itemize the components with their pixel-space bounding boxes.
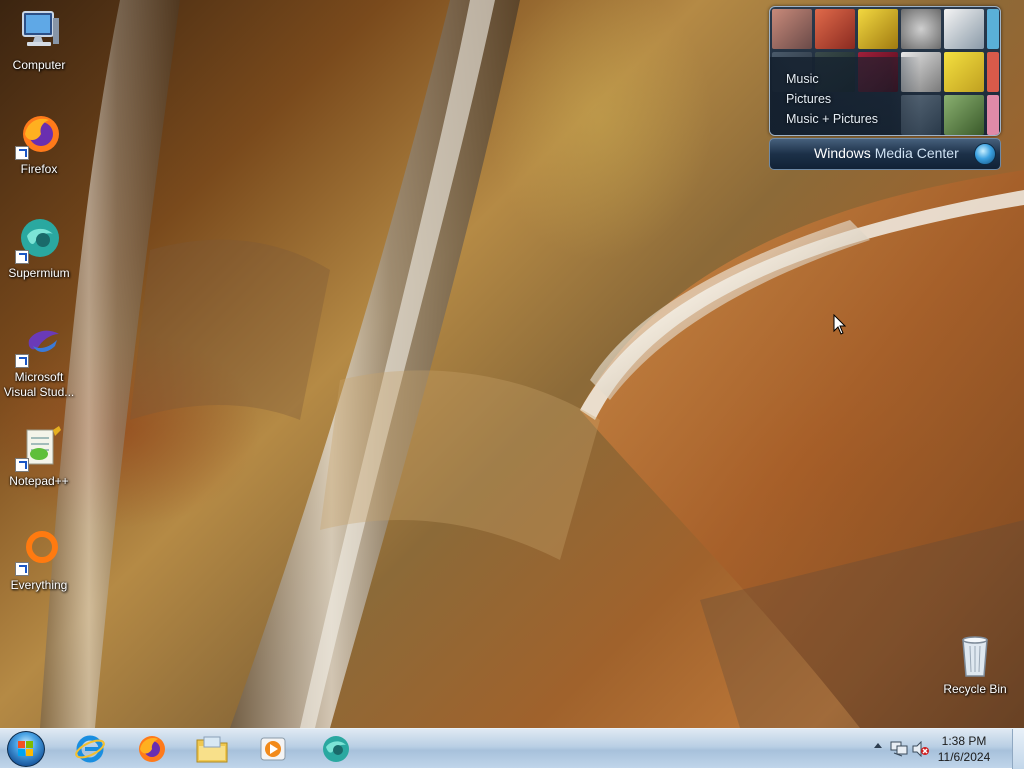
tile-thumbnail [815,9,855,49]
taskbar-supermium[interactable] [310,731,362,767]
windows-flag-icon [18,741,34,757]
shortcut-arrow-icon [15,146,29,160]
media-center-title: Windows Media Center [814,145,959,161]
media-player-icon [260,737,286,761]
start-button[interactable] [7,731,45,767]
supermium-icon [15,216,63,264]
menu-item-pictures[interactable]: Pictures [786,89,878,109]
system-tray: 1:38 PM 11/6/2024 [864,729,1024,769]
shortcut-arrow-icon [15,562,29,576]
desktop-icon-supermium[interactable]: Supermium [0,216,78,281]
taskbar-internet-explorer[interactable] [64,731,116,767]
taskbar-media-player[interactable] [247,731,299,767]
clock-date: 11/6/2024 [937,750,991,764]
recycle-bin-icon [951,632,999,680]
taskbar-file-explorer[interactable] [186,731,238,767]
desktop-icon-label: Computer [12,58,66,72]
show-hidden-icons-chevron-icon[interactable] [874,743,882,748]
menu-item-music-pictures[interactable]: Music + Pictures [786,109,878,129]
desktop-icon-label: Everything [10,578,68,592]
tile-thumbnail [944,95,984,135]
tile-thumbnail [901,9,941,49]
system-clock[interactable]: 1:38 PM 11/6/2024 [934,733,994,765]
desktop-icon-label: Recycle Bin [943,682,1007,696]
desktop-icon-firefox[interactable]: Firefox [0,112,78,177]
menu-item-music[interactable]: Music [786,69,878,89]
desktop-icon-label: Supermium [8,266,70,280]
firefox-icon [15,112,63,160]
media-center-gadget[interactable]: Music Pictures Music + Pictures Windows … [769,6,1001,170]
desktop-icon-recycle-bin[interactable]: Recycle Bin [936,632,1014,697]
desktop-icon-label: Notepad++ [9,474,69,488]
desktop-icon-label: Firefox [20,162,58,176]
supermium-icon [323,736,349,762]
desktop-background[interactable]: Computer Firefox Supermium Microsoft Vis… [0,0,1024,728]
tile-thumbnail [944,52,984,92]
gadget-menu: Music Pictures Music + Pictures [786,69,878,129]
visual-studio-icon [15,320,63,368]
mouse-cursor-icon [833,314,847,335]
desktop-icon-visual-studio[interactable]: Microsoft Visual Stud... [0,320,78,400]
notepad-plus-plus-icon [15,424,63,472]
shortcut-arrow-icon [15,354,29,368]
tile-thumbnail [987,9,999,49]
tile-thumbnail [772,9,812,49]
firefox-icon [139,736,165,762]
computer-icon [15,8,63,56]
desktop-icon-everything[interactable]: Everything [0,528,78,593]
show-desktop-button[interactable] [1012,729,1024,769]
desktop-icon-label: Microsoft Visual Stud... [3,370,75,399]
taskbar: 1:38 PM 11/6/2024 [0,728,1024,769]
clock-time: 1:38 PM [941,734,987,748]
internet-explorer-icon [75,735,105,763]
desktop-icon-computer[interactable]: Computer [0,8,78,73]
everything-search-icon [15,528,63,576]
volume-muted-icon[interactable] [912,741,930,757]
shortcut-arrow-icon [15,458,29,472]
tile-thumbnail [858,9,898,49]
windows-logo-icon [974,143,996,165]
taskbar-firefox[interactable] [125,731,177,767]
tile-thumbnail [944,9,984,49]
file-explorer-icon [196,736,228,763]
tile-thumbnail [987,52,999,92]
tile-thumbnail [987,95,999,135]
network-icon[interactable] [890,741,908,757]
shortcut-arrow-icon [15,250,29,264]
media-center-launch-bar[interactable]: Windows Media Center [769,138,1001,170]
gadget-tile-panel: Music Pictures Music + Pictures [769,6,1001,136]
desktop-icon-notepad-plus-plus[interactable]: Notepad++ [0,424,78,489]
